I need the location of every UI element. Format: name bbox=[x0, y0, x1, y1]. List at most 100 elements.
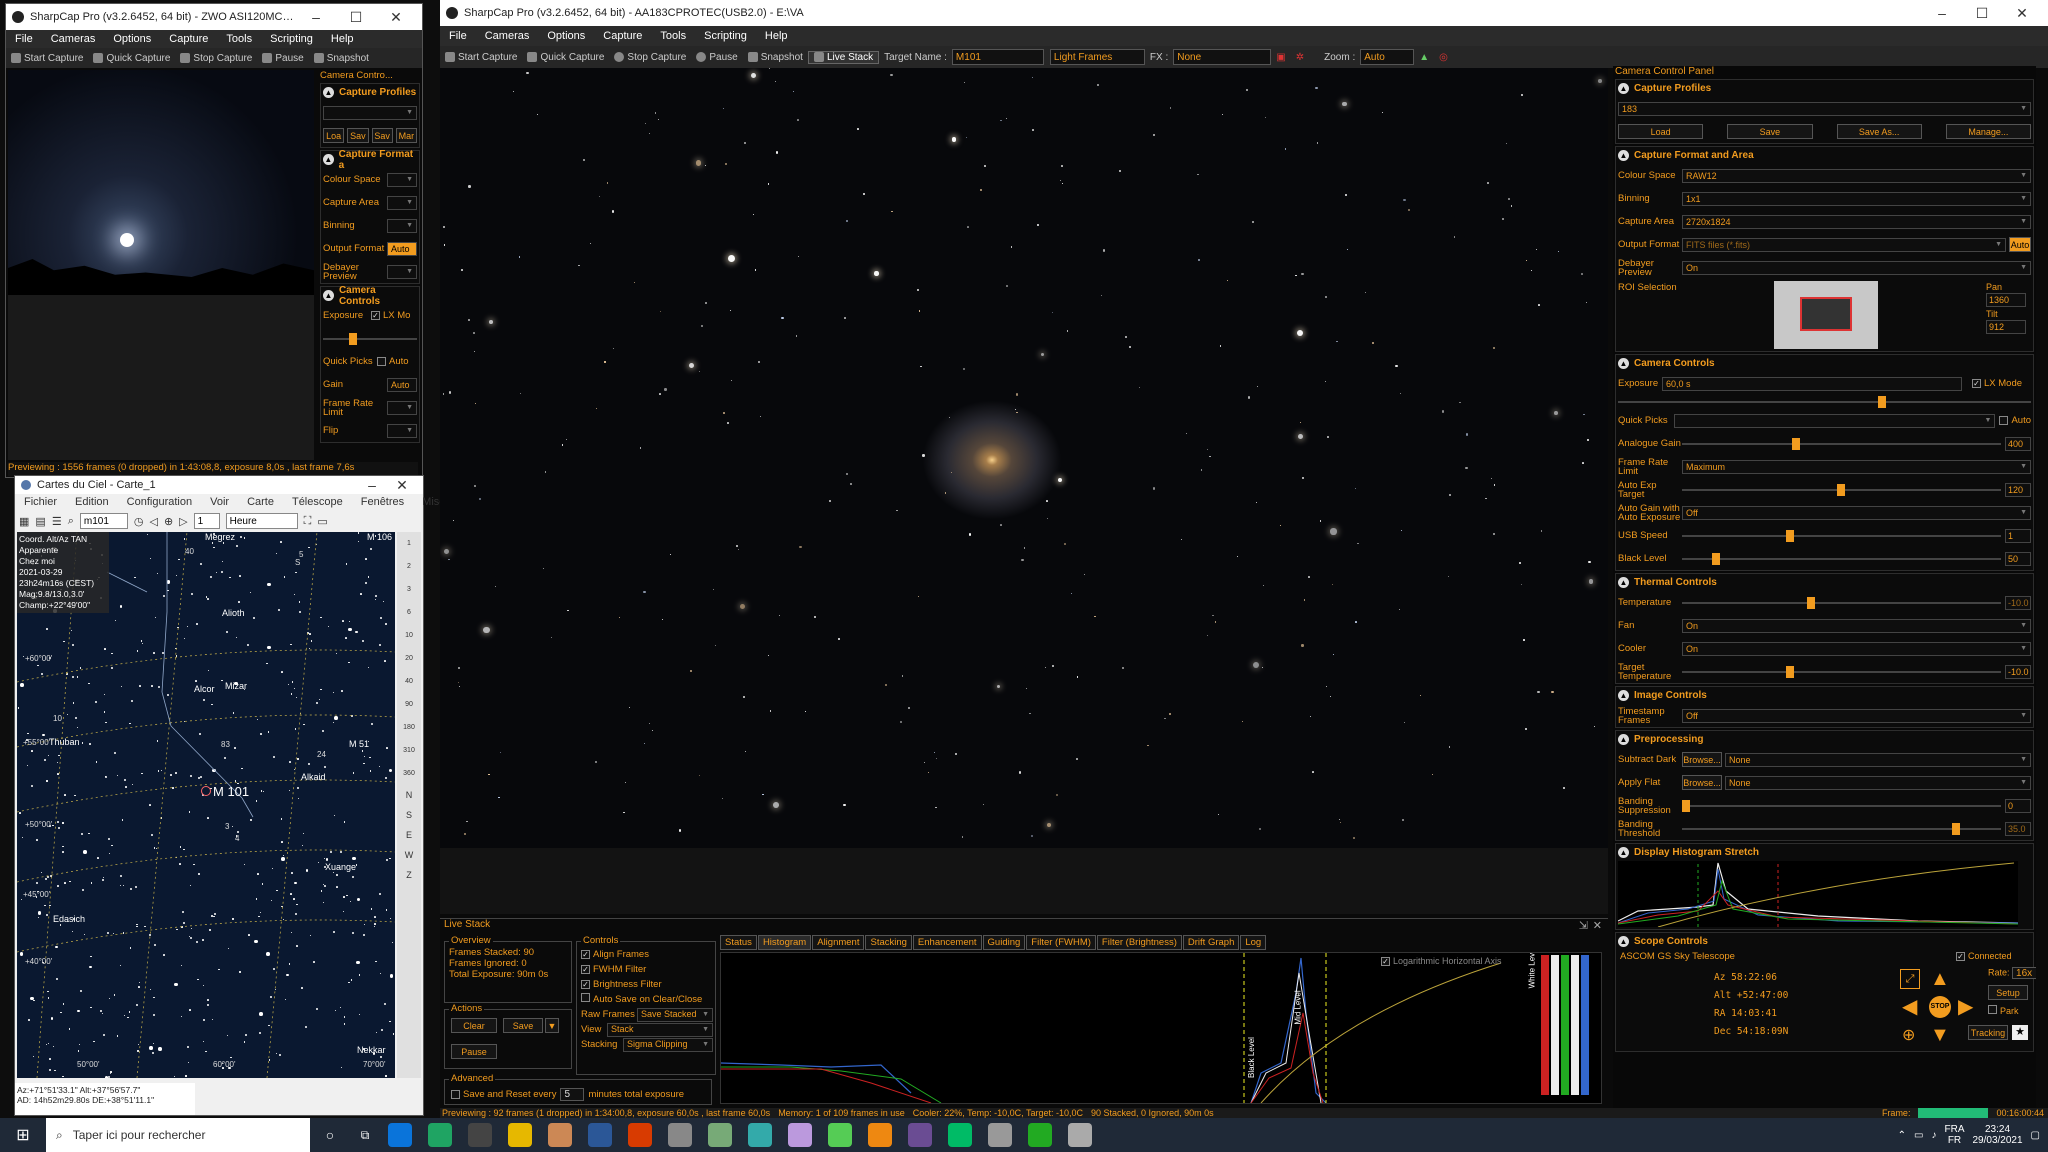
fwhm-checkbox[interactable]: ✓ bbox=[581, 965, 590, 974]
tracking-button[interactable]: Tracking bbox=[1968, 1025, 2008, 1040]
tab-drift-graph[interactable]: Drift Graph bbox=[1182, 935, 1240, 950]
cdc-menu-item-0[interactable]: Fichier bbox=[15, 496, 66, 508]
log-axis-checkbox[interactable]: ✓ Logarithmic Horizontal Axis bbox=[1381, 956, 1502, 966]
main-titlebar[interactable]: SharpCap Pro (v3.2.6452, 64 bit) - AA183… bbox=[440, 0, 2048, 26]
quick-picks-select[interactable]: ▼ bbox=[1674, 413, 1996, 428]
scale-step[interactable]: 20 bbox=[397, 647, 421, 670]
cdc-search-input[interactable]: m101 bbox=[79, 513, 128, 529]
flat-select[interactable]: None ▼ bbox=[1725, 775, 2031, 790]
chrome-taskbar-icon[interactable] bbox=[428, 1123, 452, 1147]
close-icon[interactable]: ✕ bbox=[2002, 5, 2042, 22]
small-output-format-select[interactable]: Auto bbox=[387, 241, 417, 256]
cdc-menu-item-1[interactable]: Edition bbox=[66, 496, 118, 508]
debayer-select[interactable]: On ▼ bbox=[1682, 260, 2031, 275]
tilt-input[interactable]: 912 bbox=[1986, 320, 2026, 334]
pan-input[interactable]: 1360 bbox=[1986, 293, 2026, 307]
tray-up-icon[interactable]: ⌃ bbox=[1898, 1130, 1906, 1141]
setup-button[interactable]: Setup bbox=[1988, 985, 2028, 1000]
scale-step[interactable]: 40 bbox=[397, 670, 421, 693]
stretch-sliders[interactable] bbox=[1541, 955, 1589, 1095]
volume-icon[interactable]: ♪ bbox=[1931, 1130, 1936, 1141]
scale-step[interactable]: 310 bbox=[397, 739, 421, 762]
live-stack-button[interactable]: Live Stack bbox=[807, 50, 880, 64]
capture-area-select[interactable]: 2720x1824 ▼ bbox=[1682, 214, 2031, 229]
orient-z[interactable]: Z bbox=[397, 865, 421, 885]
calendar-icon[interactable]: ▦ bbox=[19, 515, 29, 528]
display-histogram[interactable] bbox=[1618, 861, 2018, 927]
minimize-icon[interactable]: – bbox=[1922, 5, 1962, 22]
flat-browse-button[interactable]: Browse... bbox=[1682, 775, 1722, 790]
histogram-icon[interactable]: ▲ bbox=[1414, 52, 1434, 63]
main-menu-item-6[interactable]: Help bbox=[756, 30, 797, 42]
banding-suppression-slider[interactable] bbox=[1682, 799, 2001, 813]
ccp-pre-header[interactable]: ▲ Preprocessing bbox=[1616, 731, 2033, 748]
black-level-slider[interactable] bbox=[1682, 552, 2001, 566]
crosshair-icon[interactable]: ✲ bbox=[1291, 52, 1309, 63]
auto-exp-target-value[interactable]: 120 bbox=[2005, 482, 2031, 497]
small-flip-select[interactable]: ▼ bbox=[387, 423, 417, 438]
usb-speed-value[interactable]: 1 bbox=[2005, 528, 2031, 543]
banding-suppression-value[interactable]: 0 bbox=[2005, 798, 2031, 813]
fx-select[interactable]: None bbox=[1173, 49, 1272, 65]
sm-menu-item-5[interactable]: Scripting bbox=[261, 33, 322, 45]
main-menu-item-0[interactable]: File bbox=[440, 30, 476, 42]
view-select[interactable]: Stack ▼ bbox=[607, 1022, 713, 1037]
brightness-checkbox[interactable]: ✓ bbox=[581, 980, 590, 989]
small-auto-checkbox[interactable] bbox=[377, 357, 386, 366]
frame-rate-select[interactable]: Maximum ▼ bbox=[1682, 459, 2031, 474]
pause-stack-button[interactable]: Pause bbox=[451, 1044, 497, 1059]
record-icon[interactable]: ▣ bbox=[1271, 52, 1290, 63]
taskview-icon[interactable]: ⧉ bbox=[350, 1128, 380, 1143]
raw-frames-select[interactable]: Save Stacked ▼ bbox=[637, 1007, 713, 1022]
pause-button[interactable]: Pause bbox=[691, 52, 742, 63]
output-format-select[interactable]: FITS files (*.fits) ▼ bbox=[1682, 237, 2006, 252]
arrow-right-icon[interactable]: ▶ bbox=[1958, 997, 1973, 1017]
lx-mode-checkbox[interactable]: ✓ bbox=[1972, 379, 1981, 388]
maximize-icon[interactable]: ☐ bbox=[1962, 5, 2002, 22]
scale-step[interactable]: 10 bbox=[397, 624, 421, 647]
cdc-taskbar-icon[interactable] bbox=[668, 1123, 692, 1147]
orient-e[interactable]: E bbox=[397, 825, 421, 845]
save-reset-checkbox[interactable] bbox=[451, 1090, 460, 1099]
small-profile-button-0[interactable]: Loa bbox=[323, 128, 345, 143]
small-gain-field[interactable]: Auto bbox=[387, 377, 417, 392]
cdc-step-input[interactable]: 1 bbox=[193, 513, 220, 529]
tab-filter-brightness[interactable]: Filter (Brightness) bbox=[1096, 935, 1182, 950]
scale-step[interactable]: 1 bbox=[397, 532, 421, 555]
lang-label[interactable]: FRA bbox=[1944, 1124, 1964, 1135]
target-name-input[interactable]: M101 bbox=[951, 49, 1044, 65]
list-icon[interactable]: ☰ bbox=[52, 515, 62, 528]
park-checkbox[interactable] bbox=[1988, 1005, 1997, 1014]
tab-filter-fwhm[interactable]: Filter (FWHM) bbox=[1026, 935, 1096, 950]
rate-select[interactable]: 16x bbox=[2012, 967, 2036, 979]
sm-menu-item-6[interactable]: Help bbox=[322, 33, 363, 45]
small-profiles-header[interactable]: ▲ Capture Profiles bbox=[321, 84, 419, 101]
align-frames-checkbox[interactable]: ✓ bbox=[581, 950, 590, 959]
windows-start-icon[interactable]: ⊞ bbox=[0, 1125, 46, 1145]
minimize-icon[interactable]: – bbox=[357, 477, 387, 494]
cooler-select[interactable]: On ▼ bbox=[1682, 641, 2031, 656]
cdc-menu-item-4[interactable]: Carte bbox=[238, 496, 283, 508]
sm-menu-item-2[interactable]: Options bbox=[104, 33, 160, 45]
manage-profile-button[interactable]: Manage... bbox=[1945, 124, 2031, 139]
small-capture-area-select[interactable]: ▼ bbox=[387, 195, 417, 210]
live-stack-close-icon[interactable]: ✕ bbox=[1593, 919, 1602, 932]
close-icon[interactable]: ✕ bbox=[376, 9, 416, 26]
ascom-taskbar-icon[interactable] bbox=[988, 1123, 1012, 1147]
target-temp-value[interactable]: -10.0 bbox=[2005, 664, 2031, 679]
camera-taskbar-icon[interactable] bbox=[748, 1123, 772, 1147]
quick-capture-button[interactable]: Quick Capture bbox=[522, 52, 609, 63]
store-taskbar-icon[interactable] bbox=[548, 1123, 572, 1147]
small-profile-button-3[interactable]: Mar bbox=[395, 128, 417, 143]
m101-marker[interactable] bbox=[201, 786, 211, 796]
output-auto-button[interactable]: Auto bbox=[2009, 237, 2031, 252]
notification-icon[interactable]: ▢ bbox=[2031, 1130, 2040, 1141]
load-profile-button[interactable]: Load bbox=[1618, 124, 1704, 139]
auto-exp-target-slider[interactable] bbox=[1682, 483, 2001, 497]
small-stop-capture-button[interactable]: Stop Capture bbox=[175, 53, 257, 64]
edge-taskbar-icon[interactable] bbox=[388, 1123, 412, 1147]
tab-stacking[interactable]: Stacking bbox=[865, 935, 912, 950]
binning-select[interactable]: 1x1 ▼ bbox=[1682, 191, 2031, 206]
exposure-slider[interactable] bbox=[1618, 395, 2031, 409]
phd-taskbar-icon[interactable] bbox=[708, 1123, 732, 1147]
